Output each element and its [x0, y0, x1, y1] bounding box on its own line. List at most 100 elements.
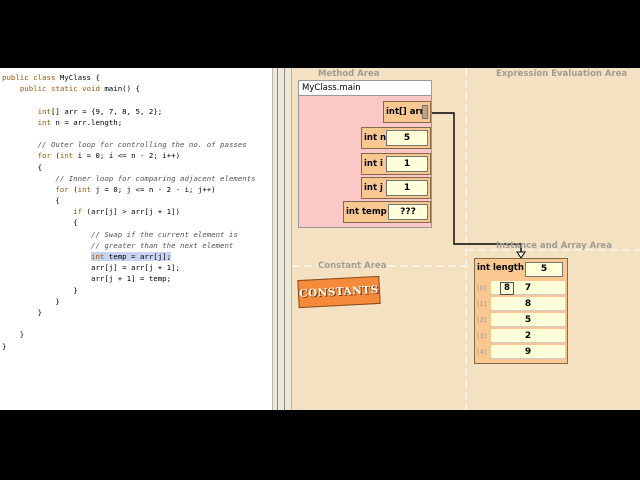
- array-index: [3]: [477, 332, 487, 340]
- array-cell[interactable]: 9: [491, 345, 565, 359]
- array-cell[interactable]: 8: [491, 297, 565, 311]
- code-line: }: [2, 329, 256, 340]
- array-cell[interactable]: 5: [491, 313, 565, 327]
- var-i[interactable]: int i 1: [361, 153, 431, 175]
- code-token: MyClass {: [59, 73, 100, 82]
- array-index: [0]: [477, 284, 487, 292]
- constants-badge: CONSTANTS: [297, 275, 381, 309]
- constant-area-label: Constant Area: [318, 261, 387, 271]
- code-token: arr[j] = arr[j + 1];: [2, 263, 180, 273]
- code-line: }: [2, 285, 256, 296]
- pane-splitter[interactable]: [272, 68, 292, 410]
- code-line: int n = arr.length;: [2, 117, 256, 128]
- code-token: [] arr = {9, 7, 8, 5, 2};: [50, 106, 163, 116]
- reference-icon: [422, 105, 428, 119]
- code-token: main() {: [104, 84, 140, 94]
- method-frame[interactable]: MyClass.main int[] arr int n 5 int i 1 i…: [298, 80, 432, 228]
- code-token: (arr[j] > arr[j + 1]): [82, 207, 180, 217]
- array-cell[interactable]: 2: [491, 329, 565, 343]
- code-token: // Outer loop for controlling the no. of…: [37, 140, 247, 150]
- code-line: public static void main() {: [2, 83, 256, 94]
- code-line: }: [2, 341, 256, 352]
- code-token: temp = arr[j];: [104, 252, 172, 261]
- code-line: int[] arr = {9, 7, 8, 5, 2};: [2, 106, 256, 117]
- code-token: {: [2, 196, 60, 206]
- var-j[interactable]: int j 1: [361, 177, 431, 199]
- code-token: int: [91, 252, 105, 261]
- code-line: if (arr[j] > arr[j + 1]): [2, 206, 256, 217]
- code-token: }: [2, 285, 78, 295]
- code-token: arr[j + 1] = temp;: [2, 274, 172, 284]
- code-token: if: [73, 207, 83, 217]
- array-length-label: int length: [477, 263, 524, 273]
- array-index: [4]: [477, 348, 487, 356]
- var-temp[interactable]: int temp ???: [343, 201, 431, 223]
- code-token: // Inner loop for comparing adjacent ele…: [55, 173, 256, 183]
- code-token: for: [55, 184, 69, 194]
- var-value: 1: [386, 156, 428, 172]
- code-token: {: [2, 218, 78, 228]
- code-line: int temp = arr[j];: [2, 251, 256, 262]
- var-value: ???: [388, 204, 428, 220]
- var-name: int j: [364, 183, 383, 193]
- array-instance[interactable]: int length 5 [0] 7 [1] 8 [2] 5 [3] 2 [4] 9: [474, 258, 568, 364]
- code-token: (: [50, 151, 60, 161]
- code-token: // Swap if the current element is: [91, 229, 238, 239]
- code-token: int: [37, 106, 51, 116]
- code-line: // Inner loop for comparing adjacent ele…: [2, 173, 256, 184]
- code-line: // Swap if the current element is: [2, 229, 256, 240]
- code-token: i = 0; i <= n - 2; i++): [73, 151, 181, 161]
- splitter-line: [277, 68, 278, 410]
- code-token: (: [68, 184, 78, 194]
- var-value: 5: [386, 130, 428, 146]
- splitter-line: [284, 68, 285, 410]
- array-index: [1]: [477, 300, 487, 308]
- code-line: // greater than the next element: [2, 240, 256, 251]
- code-line: arr[j] = arr[j + 1];: [2, 262, 256, 273]
- code-line: // Outer loop for controlling the no. of…: [2, 139, 256, 150]
- var-name: int[] arr: [386, 107, 424, 117]
- arr-reference-arrow: [426, 112, 522, 254]
- temp-value-chip: 8: [500, 282, 514, 295]
- code-token: int: [77, 184, 92, 194]
- expression-area-label: Expression Evaluation Area: [496, 69, 628, 79]
- source-code: public class MyClass { public static voi…: [2, 72, 256, 352]
- var-name: int temp: [346, 207, 387, 217]
- code-token: n = arr.length;: [50, 117, 123, 127]
- var-n[interactable]: int n 5: [361, 127, 431, 149]
- instance-area-label: Instance and Array Area: [496, 241, 612, 251]
- code-line: }: [2, 296, 256, 307]
- code-line: }: [2, 307, 256, 318]
- source-code-pane[interactable]: public class MyClass { public static voi…: [0, 68, 272, 410]
- code-token: public class: [2, 73, 60, 82]
- code-line: for (int i = 0; i <= n - 2; i++): [2, 150, 256, 161]
- var-name: int i: [364, 159, 383, 169]
- var-name: int n: [364, 133, 387, 143]
- code-token: }: [2, 307, 43, 317]
- code-token: public static void: [19, 84, 105, 94]
- code-token: }: [2, 330, 25, 340]
- var-arr[interactable]: int[] arr: [383, 101, 431, 123]
- code-line: {: [2, 217, 256, 228]
- frame-title: MyClass.main: [299, 81, 431, 96]
- code-token: for: [37, 151, 51, 161]
- code-token: {: [2, 162, 43, 172]
- code-token: }: [2, 296, 60, 306]
- visualization-pane: Method Area Expression Evaluation Area C…: [292, 68, 640, 410]
- code-line: {: [2, 195, 256, 206]
- code-line: {: [2, 162, 256, 173]
- method-area-label: Method Area: [318, 69, 380, 79]
- code-token: int: [59, 151, 74, 161]
